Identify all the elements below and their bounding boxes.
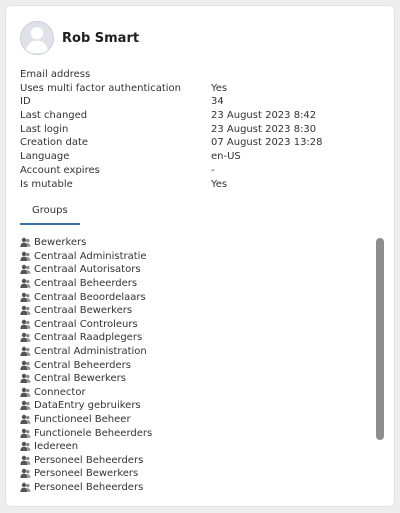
group-users-icon — [20, 400, 34, 411]
property-label: Last login — [20, 123, 69, 135]
property-row: Last login 23 August 2023 8:30 — [20, 123, 380, 137]
group-name: Connector — [34, 386, 86, 398]
group-list-item[interactable]: Connector — [20, 386, 365, 400]
group-name: Personeel Beheerders — [34, 454, 144, 466]
property-row: Is mutable Yes — [20, 178, 380, 192]
property-label: Account expires — [20, 164, 100, 176]
group-list-item[interactable]: Central Bewerkers — [20, 372, 365, 386]
group-users-icon — [20, 332, 34, 343]
group-name: Personeel Beheerders — [34, 481, 144, 492]
user-avatar-icon — [20, 21, 54, 55]
group-list-item[interactable]: Bewerkers — [20, 236, 365, 250]
user-name: Rob Smart — [62, 30, 140, 46]
scrollbar-thumb[interactable] — [376, 238, 384, 440]
group-users-icon — [20, 387, 34, 398]
group-users-icon — [20, 373, 34, 384]
group-users-icon — [20, 305, 34, 316]
property-label: ID — [20, 96, 31, 108]
group-list-item[interactable]: Centraal Beheerders — [20, 277, 365, 291]
property-row: ID 34 — [20, 95, 380, 109]
group-list-item[interactable]: Iedereen — [20, 440, 365, 454]
property-value: - — [211, 164, 215, 176]
group-users-icon — [20, 360, 34, 371]
group-name: Bewerkers — [34, 237, 87, 249]
group-name: Central Bewerkers — [34, 373, 126, 385]
group-list-item[interactable]: Personeel Bewerkers — [20, 467, 365, 481]
group-name: Centraal Administratie — [34, 250, 147, 262]
group-list-item[interactable]: Centraal Bewerkers — [20, 304, 365, 318]
group-list-item[interactable]: Centraal Beoordelaars — [20, 290, 365, 304]
groups-panel: Bewerkers Centraal Administratie Centraal … — [20, 236, 384, 494]
property-label: Email address — [20, 69, 91, 80]
group-name: Centraal Controleurs — [34, 318, 138, 330]
property-value: 34 — [211, 96, 224, 108]
group-list-item[interactable]: Centraal Autorisators — [20, 263, 365, 277]
group-name: Central Administration — [34, 346, 147, 358]
group-users-icon — [20, 278, 34, 289]
property-value: 23 August 2023 8:42 — [211, 110, 317, 122]
group-users-icon — [20, 264, 34, 275]
property-label: Language — [20, 151, 70, 163]
property-label: Uses multi factor authentication — [20, 82, 181, 94]
group-name: Central Beheerders — [34, 359, 132, 371]
group-name: Iedereen — [34, 441, 79, 453]
property-value: 23 August 2023 8:30 — [211, 123, 317, 135]
group-list-item[interactable]: Functioneel Beheer — [20, 413, 365, 427]
group-name: Functionele Beheerders — [34, 427, 153, 439]
tab-bar: Groups — [20, 198, 380, 225]
property-value: 07 August 2023 13:28 — [211, 137, 323, 149]
groups-list[interactable]: Bewerkers Centraal Administratie Centraal … — [20, 236, 365, 492]
property-value: en-US — [211, 151, 241, 163]
user-header: Rob Smart — [20, 18, 139, 58]
group-name: Functioneel Beheer — [34, 414, 131, 426]
group-users-icon — [20, 468, 34, 479]
group-list-item[interactable]: Centraal Raadplegers — [20, 331, 365, 345]
property-value: Yes — [211, 82, 228, 94]
group-users-icon — [20, 428, 34, 439]
group-users-icon — [20, 346, 34, 357]
property-row: Account expires - — [20, 164, 380, 178]
group-users-icon — [20, 482, 34, 492]
group-name: Personeel Bewerkers — [34, 468, 139, 480]
group-users-icon — [20, 319, 34, 330]
group-list-item[interactable]: Centraal Controleurs — [20, 318, 365, 332]
group-users-icon — [20, 455, 34, 466]
group-name: DataEntry gebruikers — [34, 400, 141, 412]
group-list-item[interactable]: Functionele Beheerders — [20, 426, 365, 440]
property-label: Creation date — [20, 137, 89, 149]
group-list-item[interactable]: Central Beheerders — [20, 358, 365, 372]
group-name: Centraal Beoordelaars — [34, 291, 146, 303]
group-users-icon — [20, 441, 34, 452]
scrollbar-track[interactable] — [376, 236, 384, 494]
property-value: Yes — [211, 178, 228, 190]
user-details-card: Rob Smart Email address Uses multi factor… — [5, 5, 395, 507]
property-row: Email address — [20, 68, 380, 82]
user-properties: Email address Uses multi factor authentic… — [20, 68, 380, 191]
property-row: Uses multi factor authentication Yes — [20, 82, 380, 96]
group-name: Centraal Autorisators — [34, 264, 141, 276]
group-list-item[interactable]: Central Administration — [20, 345, 365, 359]
group-name: Centraal Raadplegers — [34, 332, 143, 344]
group-name: Centraal Beheerders — [34, 278, 138, 290]
group-list-item[interactable]: Personeel Beheerders — [20, 481, 365, 492]
group-users-icon — [20, 414, 34, 425]
property-row: Creation date 07 August 2023 13:28 — [20, 136, 380, 150]
group-list-item[interactable]: Centraal Administratie — [20, 250, 365, 264]
property-row: Last changed 23 August 2023 8:42 — [20, 109, 380, 123]
property-label: Last changed — [20, 110, 88, 122]
group-name: Centraal Bewerkers — [34, 305, 133, 317]
tab-groups[interactable]: Groups — [20, 199, 80, 225]
group-list-item[interactable]: Personeel Beheerders — [20, 454, 365, 468]
property-row: Language en-US — [20, 150, 380, 164]
group-users-icon — [20, 292, 34, 303]
property-label: Is mutable — [20, 178, 73, 190]
group-users-icon — [20, 237, 34, 248]
group-list-item[interactable]: DataEntry gebruikers — [20, 399, 365, 413]
group-users-icon — [20, 251, 34, 262]
